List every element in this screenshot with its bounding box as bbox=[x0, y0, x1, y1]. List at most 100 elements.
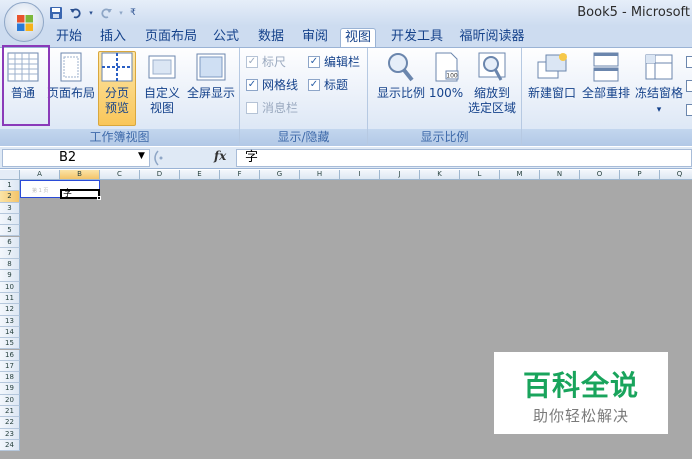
fill-handle[interactable] bbox=[97, 196, 101, 200]
row-header-9[interactable]: 9 bbox=[0, 270, 20, 282]
row-header-7[interactable]: 7 bbox=[0, 247, 20, 260]
selected-cell-b2[interactable]: 字 bbox=[60, 189, 101, 200]
column-header-p[interactable]: P bbox=[620, 170, 660, 180]
freeze-panes-button[interactable]: 冻结窗格 ▾ bbox=[634, 52, 684, 127]
column-header-d[interactable]: D bbox=[140, 170, 180, 180]
page-break-preview-icon bbox=[101, 52, 133, 82]
tab-foxit-reader[interactable]: 福昕阅读器 bbox=[456, 28, 528, 48]
tab-developer[interactable]: 开发工具 bbox=[386, 28, 448, 48]
name-box-dropdown-icon[interactable]: ▼ bbox=[138, 151, 145, 161]
row-header-5[interactable]: 5 bbox=[0, 225, 20, 237]
formula-controls: fx bbox=[152, 149, 232, 167]
tab-page-layout[interactable]: 页面布局 bbox=[140, 28, 202, 48]
row-header-1[interactable]: 1 bbox=[0, 180, 20, 192]
formula-input[interactable]: 字 bbox=[236, 149, 692, 167]
column-header-g[interactable]: G bbox=[260, 170, 300, 180]
column-header-e[interactable]: E bbox=[180, 170, 220, 180]
arrange-all-button[interactable]: 全部重排 bbox=[580, 52, 632, 127]
group-show-hide: ✓ 标尺 ✓ 编辑栏 ✓ 网格线 ✓ 标题 消息栏 显示/隐藏 bbox=[240, 48, 368, 146]
tab-view[interactable]: 视图 bbox=[340, 28, 376, 48]
formula-bar-resize-icon[interactable] bbox=[152, 149, 188, 167]
zoom-100-button[interactable]: 100 100% bbox=[428, 52, 464, 127]
row-header-11[interactable]: 11 bbox=[0, 293, 20, 305]
column-header-f[interactable]: F bbox=[220, 170, 260, 180]
gridlines-label: 网格线 bbox=[262, 78, 299, 92]
row-header-15[interactable]: 15 bbox=[0, 338, 20, 350]
row-header-18[interactable]: 18 bbox=[0, 372, 20, 384]
watermark-badge: 百科全说 助你轻松解决 bbox=[494, 352, 668, 434]
row-header-23[interactable]: 23 bbox=[0, 428, 20, 440]
unhide-icon[interactable] bbox=[686, 104, 692, 116]
normal-view-button[interactable]: 普通 bbox=[4, 52, 42, 127]
ruler-checkbox[interactable]: ✓ 标尺 bbox=[246, 54, 286, 70]
message-bar-checkbox[interactable]: 消息栏 bbox=[246, 100, 298, 116]
split-icon[interactable] bbox=[686, 56, 692, 68]
customize-qat-icon[interactable]: ₹ bbox=[128, 5, 138, 21]
zoom-selection-label-2: 选定区域 bbox=[467, 101, 516, 115]
gridlines-checkbox[interactable]: ✓ 网格线 bbox=[246, 77, 298, 93]
row-header-4[interactable]: 4 bbox=[0, 213, 20, 226]
column-header-j[interactable]: J bbox=[380, 170, 420, 180]
full-screen-icon bbox=[196, 53, 226, 81]
page-break-preview-button[interactable]: 分页 预览 bbox=[98, 51, 136, 126]
full-screen-label: 全屏显示 bbox=[186, 86, 235, 100]
row-header-17[interactable]: 17 bbox=[0, 360, 20, 373]
row-header-14[interactable]: 14 bbox=[0, 326, 20, 339]
name-box-value: B2 bbox=[59, 150, 77, 165]
tab-data[interactable]: 数据 bbox=[254, 28, 288, 48]
row-header-16[interactable]: 16 bbox=[0, 349, 20, 361]
column-header-h[interactable]: H bbox=[300, 170, 340, 180]
ruler-label: 标尺 bbox=[262, 55, 287, 69]
row-header-20[interactable]: 20 bbox=[0, 394, 20, 406]
row-header-24[interactable]: 24 bbox=[0, 439, 20, 452]
row-header-8[interactable]: 8 bbox=[0, 259, 20, 271]
row-header-13[interactable]: 13 bbox=[0, 315, 20, 327]
tab-formulas[interactable]: 公式 bbox=[208, 28, 244, 48]
column-header-i[interactable]: I bbox=[340, 170, 380, 180]
tab-insert[interactable]: 插入 bbox=[96, 28, 130, 48]
row-header-2[interactable]: 2 bbox=[0, 191, 20, 203]
row-header-3[interactable]: 3 bbox=[0, 202, 20, 214]
column-header-a[interactable]: A bbox=[20, 170, 60, 180]
group-workbook-views: 普通 页面布局 分页 预览 自定义 视图 全屏显示 工作簿视图 bbox=[0, 48, 240, 146]
row-header-10[interactable]: 10 bbox=[0, 281, 20, 293]
zoom-to-selection-button[interactable]: 缩放到 选定区域 bbox=[466, 52, 518, 127]
row-header-21[interactable]: 21 bbox=[0, 406, 20, 418]
freeze-panes-icon bbox=[645, 54, 673, 80]
headings-check-icon: ✓ bbox=[308, 79, 320, 91]
hide-icon[interactable] bbox=[686, 80, 692, 92]
zoom-button[interactable]: 显示比例 bbox=[374, 52, 428, 127]
insert-function-icon[interactable]: fx bbox=[214, 149, 226, 163]
redo-icon[interactable] bbox=[98, 5, 114, 21]
row-header-22[interactable]: 22 bbox=[0, 417, 20, 429]
undo-icon[interactable] bbox=[68, 5, 84, 21]
column-header-n[interactable]: N bbox=[540, 170, 580, 180]
row-header-6[interactable]: 6 bbox=[0, 236, 20, 248]
watermark-subtitle: 助你轻松解决 bbox=[532, 407, 629, 425]
row-header-12[interactable]: 12 bbox=[0, 304, 20, 316]
column-header-c[interactable]: C bbox=[100, 170, 140, 180]
custom-views-button[interactable]: 自定义 视图 bbox=[140, 52, 184, 127]
office-button[interactable] bbox=[4, 2, 44, 42]
column-header-q[interactable]: Q bbox=[660, 170, 692, 180]
save-icon[interactable] bbox=[48, 5, 64, 21]
arrange-all-label: 全部重排 bbox=[581, 86, 630, 100]
tab-home[interactable]: 开始 bbox=[52, 28, 86, 48]
column-header-m[interactable]: M bbox=[500, 170, 540, 180]
column-header-o[interactable]: O bbox=[580, 170, 620, 180]
select-all-corner[interactable] bbox=[0, 170, 20, 180]
column-header-b[interactable]: B bbox=[60, 170, 100, 180]
row-header-19[interactable]: 19 bbox=[0, 383, 20, 395]
normal-view-icon bbox=[7, 52, 39, 82]
page-layout-view-button[interactable]: 页面布局 bbox=[46, 52, 96, 127]
column-header-k[interactable]: K bbox=[420, 170, 460, 180]
redo-dropdown-icon[interactable]: ▾ bbox=[118, 5, 124, 21]
headings-checkbox[interactable]: ✓ 标题 bbox=[308, 77, 348, 93]
new-window-button[interactable]: 新建窗口 bbox=[526, 52, 578, 127]
column-header-l[interactable]: L bbox=[460, 170, 500, 180]
full-screen-button[interactable]: 全屏显示 bbox=[186, 52, 236, 127]
name-box[interactable]: B2 bbox=[2, 149, 150, 167]
formula-bar-checkbox[interactable]: ✓ 编辑栏 bbox=[308, 54, 360, 70]
undo-dropdown-icon[interactable]: ▾ bbox=[88, 5, 94, 21]
tab-review[interactable]: 审阅 bbox=[298, 28, 332, 48]
